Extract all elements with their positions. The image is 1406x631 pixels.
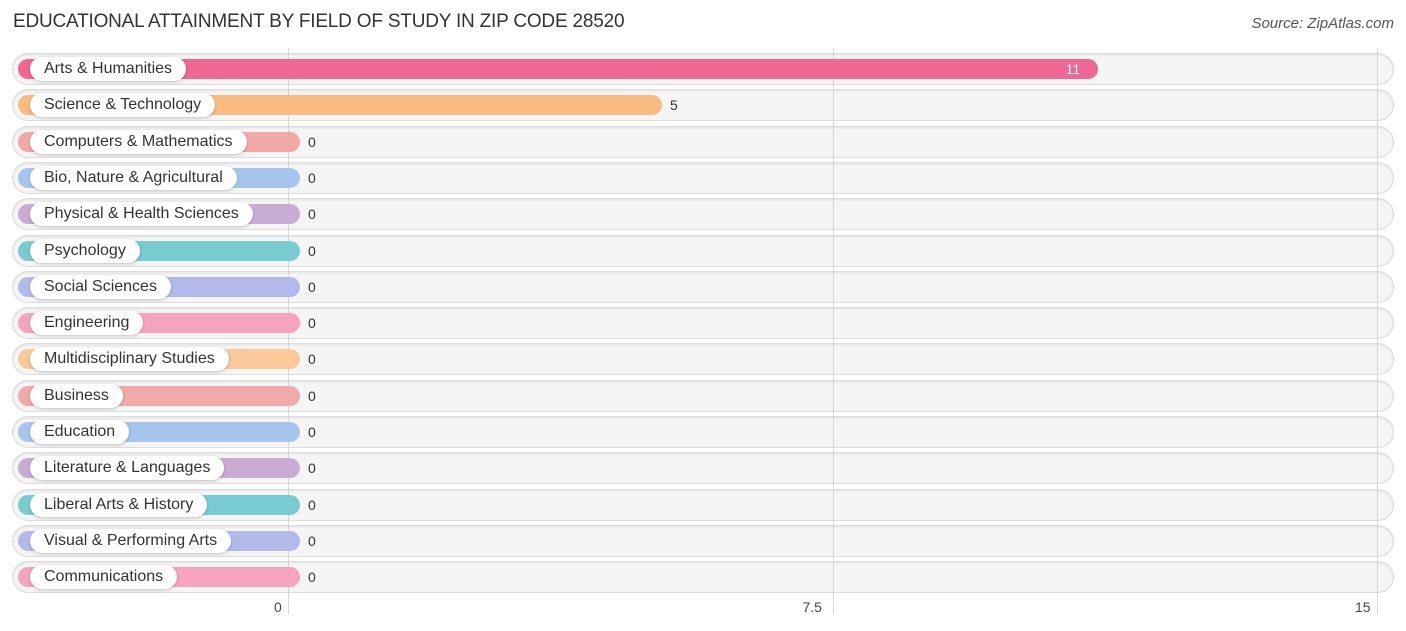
category-label: Computers & Mathematics (30, 129, 247, 154)
x-tick-label: 0 (274, 599, 282, 615)
value-label: 0 (308, 532, 316, 549)
category-label: Visual & Performing Arts (30, 528, 232, 553)
value-label: 0 (308, 315, 316, 332)
category-label: Liberal Arts & History (30, 492, 208, 517)
category-label: Arts & Humanities (30, 57, 187, 81)
category-label: Bio, Nature & Agricultural (30, 165, 237, 190)
category-label: Communications (30, 565, 178, 590)
category-label: Psychology (30, 238, 140, 263)
x-tick-label: 7.5 (802, 599, 822, 615)
category-label: Literature & Languages (30, 456, 225, 481)
value-label: 0 (308, 133, 316, 150)
value-label: 0 (308, 496, 316, 513)
value-label: 0 (308, 424, 316, 440)
value-label: 0 (308, 351, 316, 368)
category-label: Social Sciences (30, 274, 171, 299)
value-label: 0 (308, 169, 316, 186)
value-label: 5 (670, 97, 678, 114)
value-label: 0 (308, 569, 316, 586)
category-label: Engineering (30, 311, 144, 336)
gridline (833, 48, 834, 614)
category-label: Business (30, 383, 123, 408)
category-label: Multidisciplinary Studies (30, 347, 229, 372)
value-label: 0 (308, 460, 316, 477)
value-label: 0 (308, 206, 316, 223)
gridline (1377, 48, 1378, 614)
value-label: 0 (308, 278, 316, 295)
x-tick-label: 15 (1355, 599, 1371, 615)
category-label: Education (30, 420, 130, 444)
category-label: Science & Technology (30, 93, 216, 118)
value-label: 11 (1065, 61, 1081, 77)
value-label: 0 (308, 242, 316, 259)
category-label: Physical & Health Sciences (30, 202, 253, 227)
bar-chart: Arts & Humanities 11 Science & Technology 5… (0, 0, 1406, 631)
value-label: 0 (308, 387, 316, 404)
